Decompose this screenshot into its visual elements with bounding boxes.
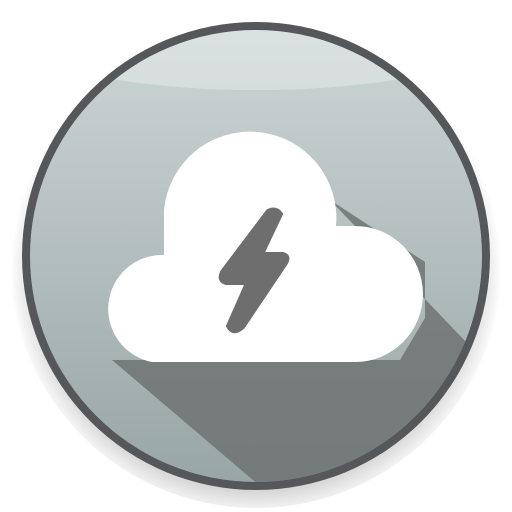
thunderstorm-app-icon bbox=[10, 16, 502, 508]
icon-gloss-highlight bbox=[30, 30, 482, 90]
app-icon bbox=[0, 0, 512, 512]
